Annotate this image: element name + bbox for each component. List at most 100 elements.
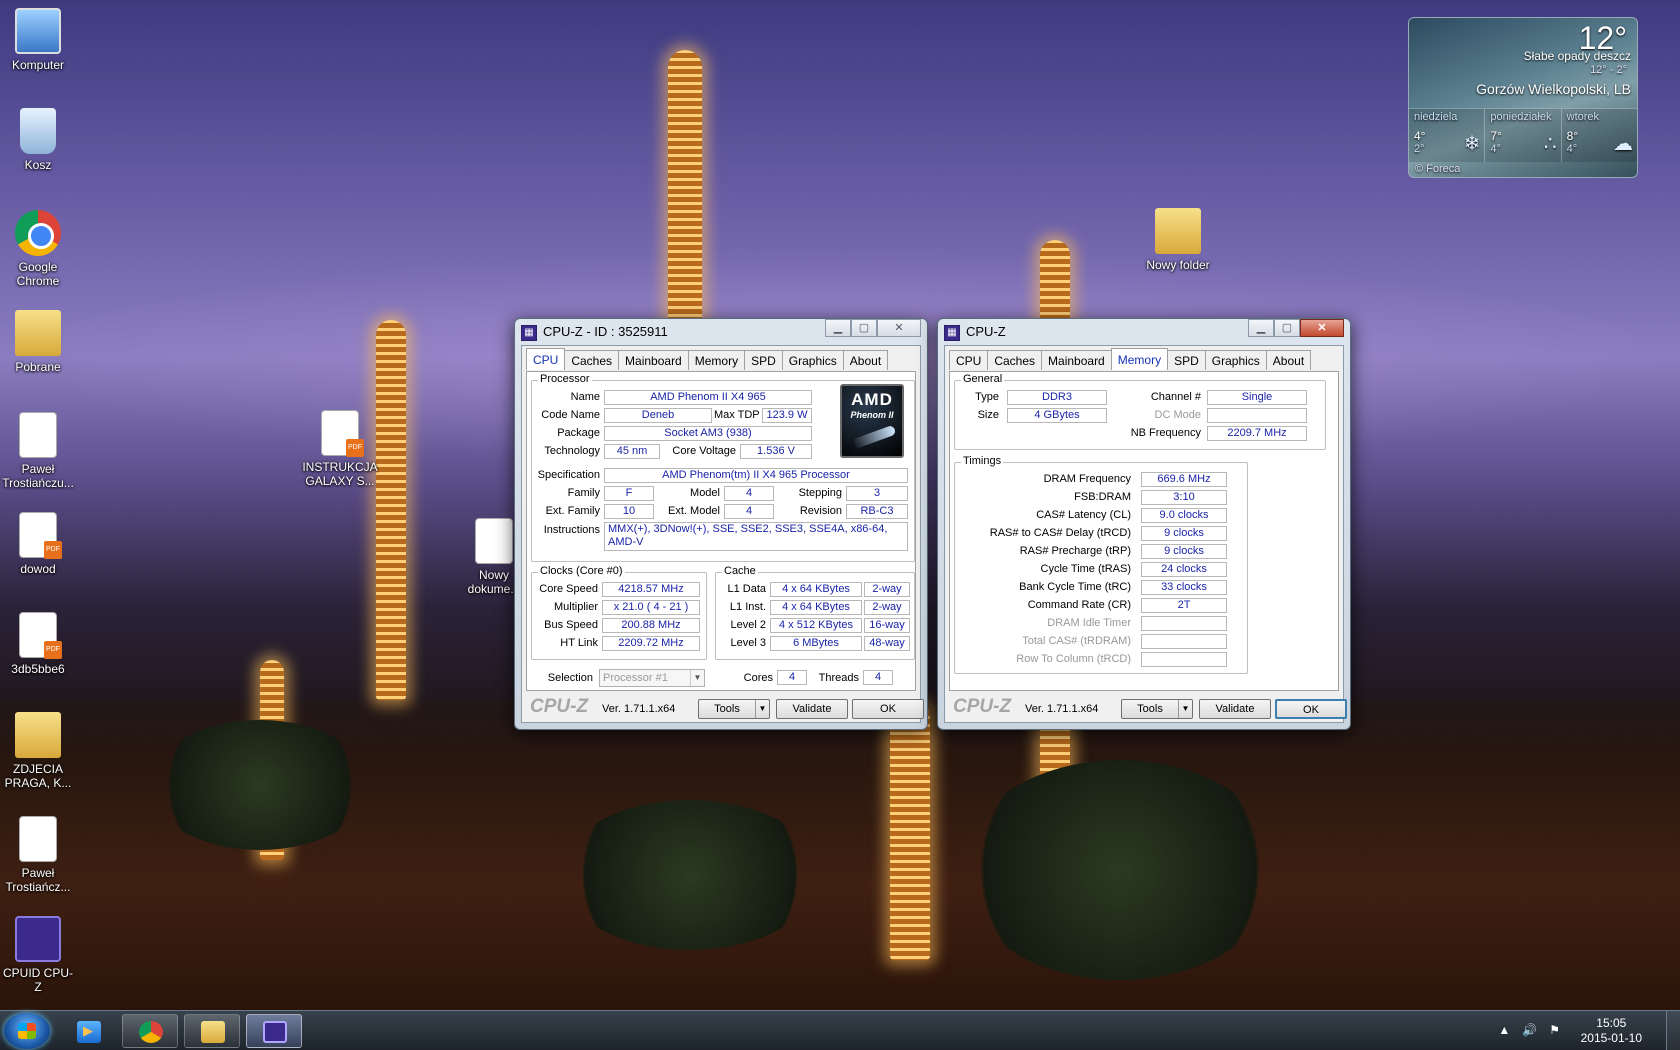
forecast-day: niedziela 4° 2° ❄ — [1409, 109, 1486, 162]
version-label: Ver. 1.71.1.x64 — [1025, 703, 1099, 715]
tab-memory[interactable]: Memory — [687, 350, 746, 370]
desktop-icon-3db5bbe6[interactable]: 3db5bbe6 — [0, 612, 76, 676]
maximize-button[interactable]: ▢ — [1274, 319, 1300, 337]
ext-model-label: Ext. Model — [668, 505, 720, 517]
start-button[interactable] — [4, 1013, 50, 1049]
timing-value: 3:10 — [1141, 490, 1227, 505]
close-button[interactable]: ✕ — [877, 319, 921, 337]
rain-icon: ∴ — [1543, 133, 1557, 155]
clock[interactable]: 15:05 2015-01-10 — [1581, 1016, 1642, 1046]
instructions-value: MMX(+), 3DNow!(+), SSE, SSE2, SSE3, SSE4… — [604, 522, 908, 551]
minimize-button[interactable]: ▁ — [825, 319, 851, 337]
cpuz-app-icon: ▦ — [521, 325, 537, 341]
timing-value: 9.0 clocks — [1141, 508, 1227, 523]
package-value: Socket AM3 (938) — [604, 426, 812, 441]
show-hidden-icons-icon[interactable]: ▲ — [1498, 1023, 1510, 1037]
tab-about[interactable]: About — [842, 350, 889, 370]
validate-button[interactable]: Validate — [776, 699, 848, 719]
dropdown-arrow-icon[interactable]: ▼ — [755, 700, 769, 718]
dc-mode-label: DC Mode — [1154, 409, 1201, 421]
tab-about[interactable]: About — [1265, 350, 1312, 370]
cpuz-window-memory[interactable]: ▦ CPU-Z ▁ ▢ ✕ CPU Caches Mainboard Memor… — [937, 318, 1351, 730]
tab-graphics[interactable]: Graphics — [1204, 350, 1267, 370]
desktop-icon-pobrane[interactable]: Pobrane — [0, 310, 76, 374]
timing-value: 9 clocks — [1141, 526, 1227, 541]
general-group: General Type DDR3 Size 4 GBytes Channel … — [954, 373, 1326, 450]
maximize-button[interactable]: ▢ — [851, 319, 877, 337]
dropdown-arrow-icon[interactable]: ▼ — [1178, 700, 1192, 718]
desktop-icon-nowy-folder[interactable]: Nowy folder — [1140, 208, 1216, 272]
desktop-icon-komputer[interactable]: Komputer — [0, 8, 76, 72]
chevron-down-icon: ▼ — [690, 670, 704, 686]
desktop-icon-zdjecia[interactable]: ZDJECIA PRAGA, K... — [0, 712, 76, 790]
cpuz-window-cpu[interactable]: ▦ CPU-Z - ID : 3525911 ▁ ▢ ✕ CPU Caches … — [514, 318, 928, 730]
desktop-icon-pawel-1[interactable]: Paweł Trostiańczu... — [0, 412, 76, 490]
tab-memory[interactable]: Memory — [1110, 348, 1169, 370]
ok-button[interactable]: OK — [852, 699, 924, 719]
cache-l2-size: 4 x 512 KBytes — [770, 618, 862, 633]
tab-spd[interactable]: SPD — [1167, 350, 1206, 370]
tab-mainboard[interactable]: Mainboard — [618, 350, 689, 370]
amd-phenom-logo: AMD Phenom II — [840, 384, 904, 458]
name-label: Name — [570, 391, 600, 403]
timing-label: Cycle Time (tRAS) — [1040, 563, 1131, 575]
recycle-bin-icon — [20, 108, 56, 154]
close-button[interactable]: ✕ — [1300, 319, 1344, 337]
tab-caches[interactable]: Caches — [987, 350, 1043, 370]
word-document-icon — [19, 816, 57, 862]
tab-cpu[interactable]: CPU — [526, 348, 566, 370]
clocks-group: Clocks (Core #0) Core Speed 4218.57 MHz … — [531, 565, 707, 660]
tab-caches[interactable]: Caches — [564, 350, 620, 370]
timing-value — [1141, 616, 1227, 631]
snow-icon: ❄ — [1463, 133, 1481, 155]
threads-value: 4 — [863, 670, 893, 685]
specification-value: AMD Phenom(tm) II X4 965 Processor — [604, 468, 908, 483]
revision-label: Revision — [799, 505, 842, 517]
max-tdp-value: 123.9 W — [762, 408, 812, 423]
taskbar-cpuz[interactable] — [246, 1014, 302, 1048]
instructions-label: Instructions — [543, 524, 600, 536]
taskbar-explorer[interactable] — [184, 1014, 240, 1048]
volume-icon[interactable]: 🔊 — [1522, 1023, 1537, 1037]
show-desktop-button[interactable] — [1666, 1011, 1680, 1050]
processor-select[interactable]: Processor #1 ▼ — [599, 669, 705, 687]
cache-l1-data-label: L1 Data — [727, 583, 766, 595]
media-player-icon — [77, 1021, 101, 1043]
desktop-icon-pawel-2[interactable]: Paweł Trostiańcz... — [0, 816, 76, 894]
cache-l3-label: Level 3 — [730, 637, 766, 649]
processor-group: Processor Name AMD Phenom II X4 965 Code… — [531, 373, 915, 562]
chrome-icon — [139, 1021, 163, 1043]
model-value: 4 — [724, 486, 774, 501]
desktop-icon-instrukcja[interactable]: INSTRUKCJA GALAXY S... — [302, 410, 378, 488]
pdf-icon — [321, 410, 364, 457]
cores-label: Cores — [743, 672, 773, 684]
tab-mainboard[interactable]: Mainboard — [1041, 350, 1112, 370]
tools-button[interactable]: Tools ▼ — [1121, 699, 1193, 719]
taskbar-chrome[interactable] — [122, 1014, 178, 1048]
titlebar[interactable]: ▦ CPU-Z - ID : 3525911 ▁ ▢ ✕ — [515, 319, 927, 345]
timing-label: RAS# to CAS# Delay (tRCD) — [989, 527, 1131, 539]
selection-label: Selection — [547, 672, 593, 684]
timing-label: DRAM Frequency — [1043, 473, 1131, 485]
desktop-icon-kosz[interactable]: Kosz — [0, 108, 76, 172]
titlebar[interactable]: ▦ CPU-Z ▁ ▢ ✕ — [938, 319, 1350, 345]
validate-button[interactable]: Validate — [1199, 699, 1271, 719]
family-value: F — [604, 486, 654, 501]
ok-button[interactable]: OK — [1275, 699, 1347, 719]
timings-group: Timings DRAM Frequency 669.6 MHz FSB:DRA… — [954, 455, 1248, 674]
desktop-icon-chrome[interactable]: Google Chrome — [0, 210, 76, 288]
tab-graphics[interactable]: Graphics — [781, 350, 844, 370]
tools-button[interactable]: Tools ▼ — [698, 699, 770, 719]
minimize-button[interactable]: ▁ — [1248, 319, 1274, 337]
tab-cpu[interactable]: CPU — [949, 350, 989, 370]
weather-condition: Słabe opady deszcz — [1523, 49, 1631, 63]
weather-gadget[interactable]: 12° Słabe opady deszcz 12° - 2° Gorzów W… — [1408, 17, 1638, 178]
taskbar-media-player[interactable] — [60, 1014, 116, 1048]
size-label: Size — [977, 409, 999, 421]
desktop-icon-cpuz[interactable]: CPUID CPU-Z — [0, 916, 76, 994]
cache-l1-inst-label: L1 Inst. — [729, 601, 766, 613]
action-center-flag-icon[interactable]: ⚑ — [1549, 1023, 1560, 1037]
desktop-icon-dowod[interactable]: dowod — [0, 512, 76, 576]
tab-spd[interactable]: SPD — [744, 350, 783, 370]
wallpaper-bush — [150, 720, 370, 850]
